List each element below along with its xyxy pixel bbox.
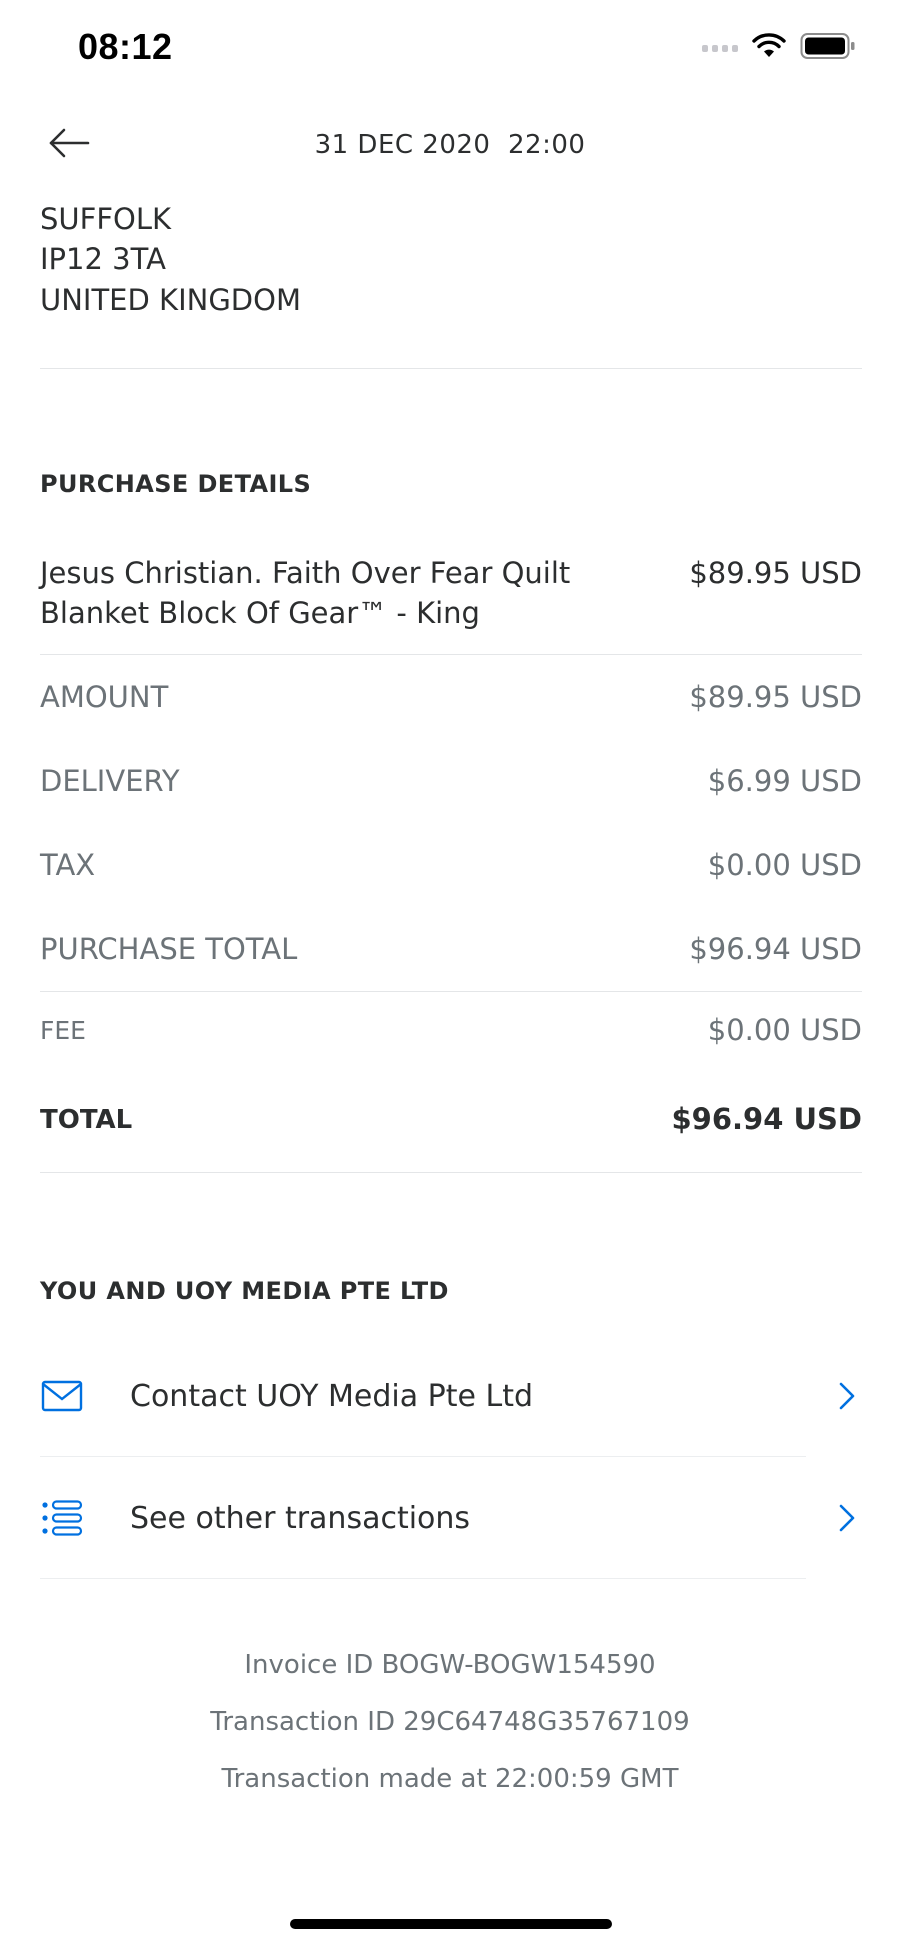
transaction-id: Transaction ID 29C64748G35767109 [210,1707,690,1737]
item-name: Jesus Christian. Faith Over Fear Quilt B… [40,556,571,630]
divider [40,654,862,655]
tax-value: $0.00 USD [707,848,862,882]
total-row: TOTAL $96.94 USD [40,1102,862,1136]
total-value: $96.94 USD [671,1102,862,1136]
purchase-total-label: PURCHASE TOTAL [40,932,298,966]
page-title: 31 DEC 2020 22:00 [314,130,586,160]
mail-icon [40,1374,84,1418]
contact-merchant-button[interactable]: Contact UOY Media Pte Ltd [40,1336,862,1456]
delivery-label: DELIVERY [40,764,180,798]
divider [40,1578,806,1579]
address-line-3: IP12 3TA [40,242,166,276]
divider [40,991,862,992]
total-label: TOTAL [40,1105,133,1135]
see-other-transactions-label: See other transactions [130,1500,471,1536]
address-line-4: UNITED KINGDOM [40,282,301,317]
tax-row: TAX $0.00 USD [40,848,862,882]
fee-row: FEE $0.00 USD [40,1013,862,1047]
divider [40,368,862,369]
shipping-address: Sutton Heath SUFFOLK IP12 3TA UNITED KIN… [40,161,301,320]
invoice-id: Invoice ID BOGW-BOGW154590 [244,1650,656,1680]
divider [40,1172,862,1173]
address-line-2: SUFFOLK [40,201,171,236]
transaction-time: Transaction made at 22:00:59 GMT [221,1764,679,1794]
merchant-section-title: YOU AND UOY MEDIA PTE LTD [40,1277,449,1305]
status-bar: 08:12 [0,0,900,100]
item-price: $89.95 USD [689,556,862,590]
header: 31 DEC 2020 22:00 [0,100,900,190]
delivery-row: DELIVERY $6.99 USD [40,764,862,798]
purchase-total-value: $96.94 USD [689,932,862,966]
wifi-icon [752,33,786,63]
chevron-right-icon [832,1498,862,1538]
purchase-total-row: PURCHASE TOTAL $96.94 USD [40,932,862,966]
fee-label: FEE [40,1016,86,1045]
purchase-details-title: PURCHASE DETAILS [40,470,312,498]
amount-row: AMOUNT $89.95 USD [40,680,862,714]
tax-label: TAX [40,848,96,882]
home-indicator[interactable] [290,1919,612,1929]
amount-label: AMOUNT [40,680,169,714]
amount-value: $89.95 USD [689,680,862,714]
delivery-value: $6.99 USD [707,764,862,798]
transaction-details: Sutton Heath SUFFOLK IP12 3TA UNITED KIN… [0,0,900,1947]
contact-merchant-label: Contact UOY Media Pte Ltd [130,1378,534,1414]
status-time: 08:12 [78,26,173,67]
status-icons [702,32,856,64]
see-other-transactions-button[interactable]: See other transactions [40,1458,862,1578]
chevron-right-icon [832,1376,862,1416]
fee-value: $0.00 USD [707,1013,862,1047]
cellular-signal-icon [702,44,738,52]
divider [40,1456,806,1457]
list-icon [40,1496,84,1540]
battery-icon [800,32,856,64]
